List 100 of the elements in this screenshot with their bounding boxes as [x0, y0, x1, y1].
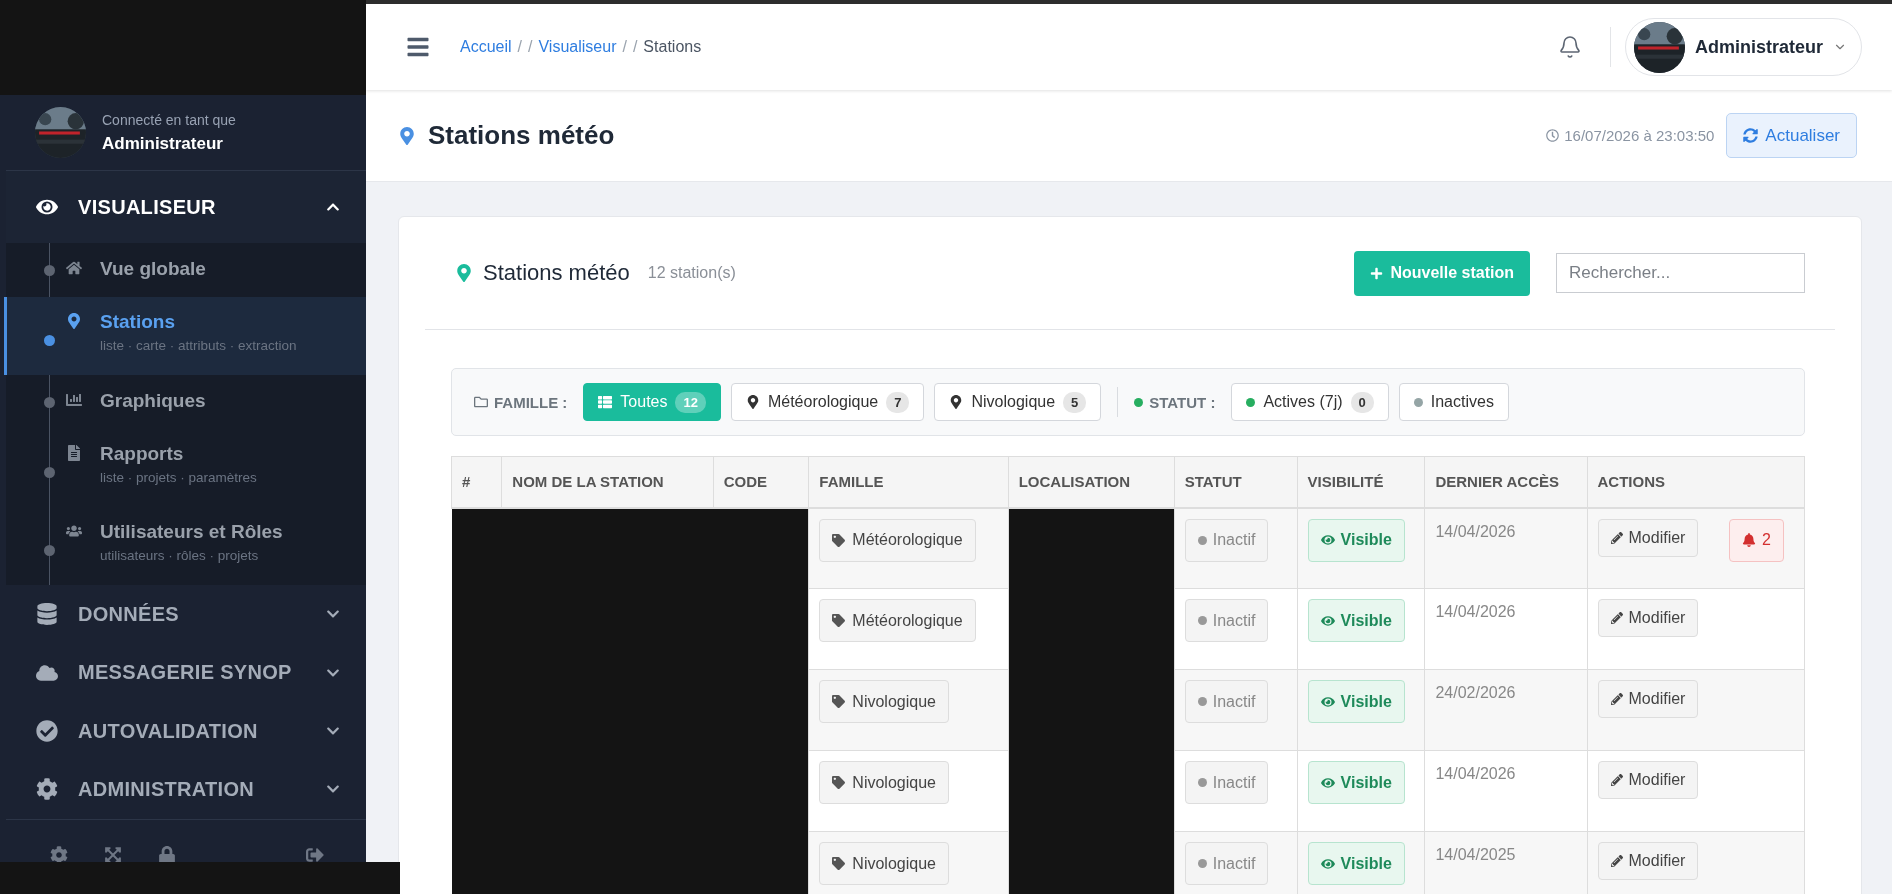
status-badge: Inactif [1184, 842, 1269, 885]
filter-chip[interactable]: Nivologique 5 [934, 383, 1102, 421]
map-pin-icon [949, 395, 964, 409]
folder-icon [474, 395, 488, 409]
family-tag: Météorologique [819, 518, 976, 562]
sidebar-item[interactable]: Utilisateurs et Rôles utilisateurs · rôles · projets [6, 507, 366, 586]
family-tag: Météorologique [819, 599, 976, 642]
breadcrumb-link[interactable]: Accueil [460, 38, 512, 56]
card-title: Stations météo [483, 260, 630, 286]
pencil-icon [1610, 693, 1623, 705]
settings-icon [36, 778, 58, 801]
column-header: STATUT [1174, 456, 1298, 508]
visibility-badge: Visible [1307, 842, 1405, 885]
sidebar-item[interactable]: Stations liste · carte · attributs · extraction [6, 297, 366, 376]
column-header: ACTIONS [1587, 456, 1805, 508]
filter-label: STATUT : [1149, 393, 1216, 411]
document-icon [66, 445, 82, 462]
database-icon [36, 603, 58, 626]
breadcrumb-separator: / [632, 38, 638, 56]
status-badge: Inactif [1184, 761, 1269, 804]
page-title: Stations météo [428, 120, 616, 151]
map-pin-icon [398, 126, 416, 145]
bell-icon [1742, 533, 1757, 547]
breadcrumb-separator: / [517, 38, 523, 56]
edit-button[interactable]: Modifier [1597, 680, 1699, 718]
sidebar-section[interactable]: MESSAGERIE SYNOP [6, 643, 366, 702]
refresh-icon [1743, 128, 1759, 143]
family-tag: Nivologique [819, 761, 949, 804]
tag-icon [832, 695, 846, 708]
tag-icon [832, 857, 846, 870]
pencil-icon [1610, 774, 1623, 786]
visibility-badge: Visible [1307, 761, 1405, 804]
sidebar-item[interactable]: Rapports liste · projets · paramètres [6, 429, 366, 508]
sidebar-section[interactable]: DONNÉES [6, 585, 366, 644]
breadcrumb-link[interactable]: Visualiseur [538, 38, 617, 56]
last-access-date: 14/04/2026 [1435, 522, 1517, 541]
pencil-icon [1610, 855, 1623, 867]
map-pin-icon [745, 395, 760, 409]
column-header: LOCALISATION [1008, 456, 1175, 508]
signed-in-caption: Connecté en tant que [102, 111, 236, 128]
filter-chip[interactable]: Inactives [1398, 383, 1509, 421]
settings-icon[interactable] [50, 845, 70, 864]
sidebar-section[interactable]: AUTOVALIDATION [6, 701, 366, 761]
house-icon [66, 260, 82, 277]
timeline-dot [44, 397, 55, 409]
column-header: VISIBILITÉ [1297, 456, 1425, 508]
status-dot [1134, 397, 1144, 407]
status-badge: Inactif [1184, 599, 1269, 642]
pencil-icon [1610, 612, 1623, 624]
menu-icon[interactable] [406, 35, 430, 59]
column-header: FAMILLE [808, 456, 1009, 508]
edit-button[interactable]: Modifier [1597, 842, 1699, 880]
breadcrumb-separator: / [622, 38, 627, 56]
edit-button[interactable]: Modifier [1597, 761, 1699, 799]
breadcrumb-separator: / [528, 38, 533, 56]
user-menu-button[interactable]: Administrateur [1624, 18, 1862, 76]
family-tag: Nivologique [819, 842, 949, 885]
tag-icon [832, 614, 846, 627]
column-header: NOM DE LA STATION [501, 456, 714, 508]
last-access-date: 14/04/2026 [1435, 603, 1517, 621]
count-badge: 5 [1063, 391, 1087, 413]
sidebar-item[interactable]: Vue globale [6, 243, 366, 298]
logout-icon[interactable] [306, 845, 326, 864]
column-header: # [451, 456, 502, 508]
list-icon [598, 395, 613, 409]
edit-button[interactable]: Modifier [1597, 599, 1699, 637]
lock-icon[interactable] [158, 845, 178, 864]
map-pin-icon [66, 313, 82, 330]
station-count: 12 station(s) [647, 264, 737, 282]
map-pin-icon [455, 264, 473, 282]
people-icon [66, 523, 82, 540]
refresh-button[interactable]: Actualiser [1726, 113, 1857, 158]
column-header: CODE [713, 456, 809, 508]
plus-icon [1370, 266, 1384, 280]
timeline-dot [44, 545, 55, 557]
status-badge: Inactif [1184, 680, 1269, 723]
search-field[interactable]: Rechercher... [1556, 253, 1805, 293]
notification-bell-icon[interactable] [1557, 35, 1582, 59]
expand-icon[interactable] [104, 845, 124, 864]
timeline-dot [44, 467, 55, 479]
filter-chip[interactable]: Météorologique 7 [730, 383, 925, 421]
sidebar-item[interactable]: Graphiques [6, 375, 366, 430]
last-access-date: 14/04/2026 [1435, 765, 1517, 783]
tag-icon [832, 776, 846, 789]
timeline-dot [44, 265, 55, 277]
filter-chip[interactable]: Actives (7j) 0 [1231, 383, 1389, 421]
bar-chart-icon [66, 392, 82, 409]
last-access-date: 24/02/2026 [1435, 684, 1517, 702]
tag-icon [832, 533, 846, 547]
visibility-badge: Visible [1307, 680, 1405, 723]
edit-button[interactable]: Modifier [1597, 518, 1699, 557]
clock-icon [1546, 129, 1560, 142]
visibility-badge: Visible [1307, 518, 1405, 562]
alert-button[interactable]: 2 [1729, 518, 1784, 562]
timeline-dot [44, 335, 55, 347]
count-badge: 12 [675, 391, 706, 413]
user-name: Administrateur [102, 133, 224, 154]
family-tag: Nivologique [819, 680, 949, 723]
sidebar-section[interactable]: ADMINISTRATION [6, 760, 366, 819]
status-badge: Inactif [1184, 518, 1269, 562]
